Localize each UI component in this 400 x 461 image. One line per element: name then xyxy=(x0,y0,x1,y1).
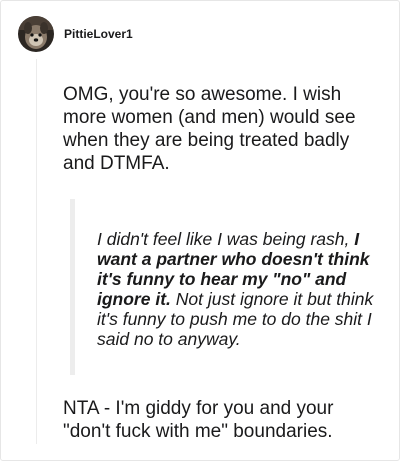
avatar-dog-photo-icon xyxy=(18,16,54,52)
comment-card: PittieLover1 OMG, you're so awesome. I w… xyxy=(0,0,400,461)
blockquote: I didn't feel like I was being rash, I w… xyxy=(70,199,390,375)
comment-header: PittieLover1 xyxy=(18,16,133,52)
comment-paragraph-2: NTA - I'm giddy for you and your "don't … xyxy=(63,398,334,442)
thread-collapse-line[interactable] xyxy=(36,59,37,444)
username-link[interactable]: PittieLover1 xyxy=(64,27,133,41)
user-avatar[interactable] xyxy=(18,16,54,52)
comment-paragraph-1: OMG, you're so awesome. I wish more wome… xyxy=(63,84,356,174)
comment-body: OMG, you're so awesome. I wish more wome… xyxy=(63,83,383,443)
quote-text: I didn't feel like I was being rash, I w… xyxy=(97,229,390,349)
quote-part-1: I didn't feel like I was being rash, xyxy=(97,229,355,249)
